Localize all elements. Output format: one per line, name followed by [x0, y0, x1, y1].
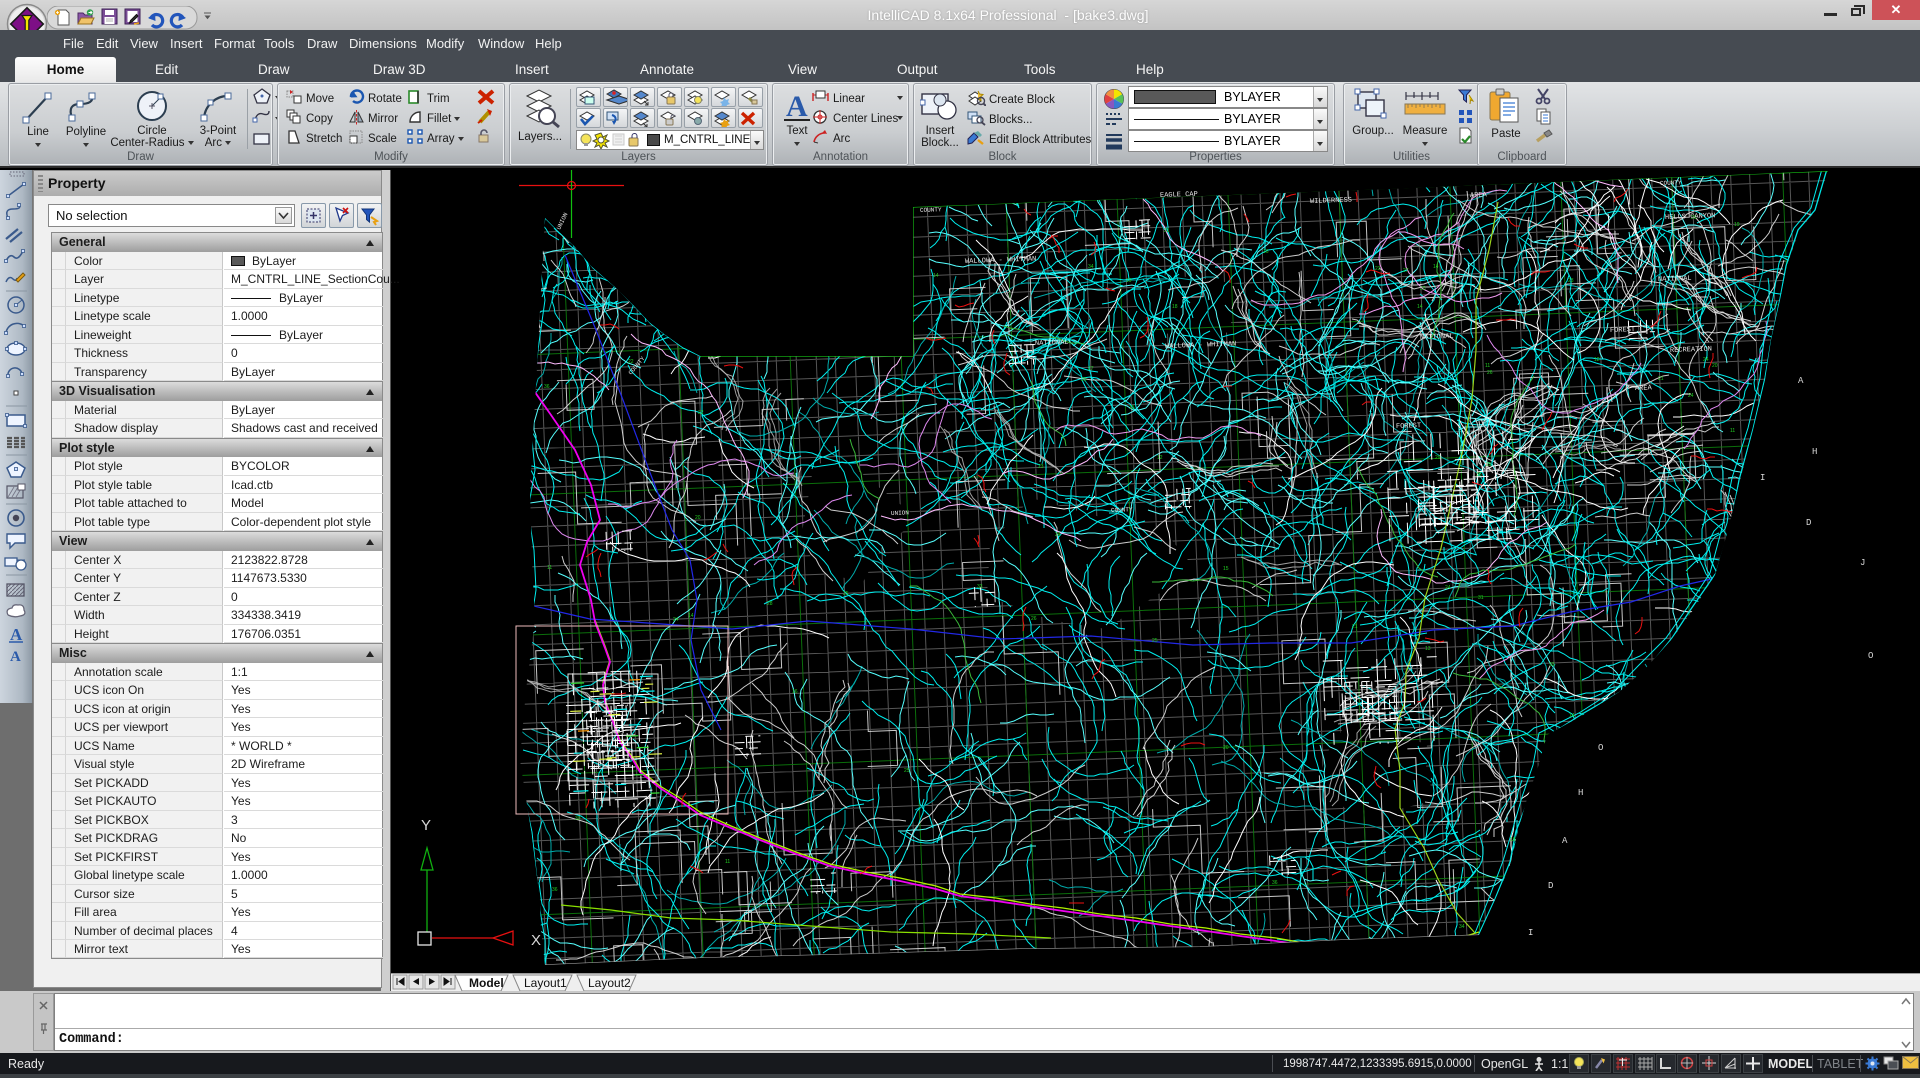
svg-text:26: 26	[1487, 370, 1493, 376]
svg-text:33: 33	[1549, 662, 1555, 668]
svg-text:WILDERNESS: WILDERNESS	[1310, 197, 1352, 206]
svg-text:24: 24	[673, 617, 679, 623]
svg-text:Layout2: Layout2	[588, 976, 631, 990]
svg-text:24: 24	[1703, 357, 1709, 363]
svg-text:14: 14	[1433, 264, 1439, 270]
svg-text:D: D	[1548, 881, 1553, 891]
svg-text:I: I	[1528, 928, 1533, 938]
svg-text:NATIONAL: NATIONAL	[1035, 339, 1069, 348]
svg-text:14: 14	[933, 273, 939, 279]
svg-text:WALLOWA - WHITMAN: WALLOWA - WHITMAN	[1165, 341, 1237, 351]
svg-text:27: 27	[1403, 268, 1409, 274]
svg-text:AREA: AREA	[1635, 384, 1653, 393]
svg-text:COUNTY: COUNTY	[920, 206, 942, 214]
svg-text:RECREATION: RECREATION	[1670, 346, 1712, 355]
svg-text:AREA: AREA	[1470, 191, 1488, 200]
svg-text:34: 34	[1459, 924, 1465, 930]
svg-text:12: 12	[1157, 455, 1163, 461]
svg-text:20: 20	[1223, 745, 1229, 751]
svg-text:23: 23	[1038, 464, 1044, 470]
svg-text:29: 29	[1435, 455, 1441, 461]
svg-text:16: 16	[792, 689, 798, 695]
svg-text:20: 20	[695, 515, 701, 521]
svg-text:O: O	[1868, 651, 1873, 661]
svg-text:A: A	[1562, 836, 1568, 846]
svg-text:H: H	[1578, 788, 1583, 798]
svg-text:Layout1: Layout1	[524, 976, 567, 990]
svg-text:18: 18	[1172, 304, 1178, 310]
svg-text:11: 11	[547, 565, 552, 571]
svg-text:FOREST: FOREST	[1396, 422, 1421, 431]
svg-text:NATIONAL: NATIONAL	[1420, 333, 1454, 342]
svg-text:A: A	[10, 625, 23, 644]
svg-text:UNION: UNION	[555, 211, 569, 231]
svg-text:Model: Model	[469, 976, 504, 990]
svg-text:11: 11	[725, 859, 730, 865]
svg-text:31: 31	[1164, 228, 1170, 234]
svg-text:X: X	[531, 932, 541, 949]
svg-text:36: 36	[544, 384, 550, 390]
svg-text:22: 22	[698, 410, 704, 416]
svg-text:15: 15	[1223, 566, 1229, 572]
svg-text:D: D	[1806, 518, 1811, 528]
svg-text:A: A	[10, 649, 21, 665]
svg-text:24: 24	[1445, 585, 1451, 591]
svg-text:33: 33	[977, 584, 983, 590]
svg-text:27: 27	[1088, 366, 1094, 372]
svg-text:20: 20	[1712, 363, 1718, 369]
svg-text:11: 11	[1485, 363, 1490, 369]
svg-text:Y: Y	[421, 817, 431, 834]
svg-text:21: 21	[1352, 624, 1358, 630]
svg-text:34: 34	[1088, 264, 1094, 270]
svg-text:A: A	[1798, 376, 1804, 386]
svg-text:26: 26	[1031, 616, 1037, 622]
svg-text:19: 19	[1734, 222, 1740, 228]
svg-text:28: 28	[767, 601, 773, 607]
svg-text:36: 36	[552, 887, 558, 893]
svg-text:EAGLE CAP: EAGLE CAP	[1160, 191, 1198, 200]
svg-text:30: 30	[575, 816, 581, 822]
svg-text:I: I	[1760, 473, 1765, 483]
svg-text:20: 20	[1420, 286, 1426, 292]
svg-text:25: 25	[1152, 638, 1158, 644]
svg-text:14: 14	[688, 613, 694, 619]
svg-text:UNION: UNION	[891, 509, 910, 517]
svg-text:16: 16	[1263, 249, 1269, 255]
svg-text:23: 23	[1375, 266, 1381, 272]
svg-text:36: 36	[1272, 880, 1278, 886]
svg-text:23: 23	[1568, 278, 1574, 284]
svg-text:24: 24	[1055, 532, 1061, 538]
svg-text:12: 12	[1594, 357, 1600, 363]
svg-text:36: 36	[1476, 472, 1482, 478]
svg-text:NATIONAL: NATIONAL	[1658, 275, 1692, 284]
svg-text:29: 29	[1081, 377, 1087, 383]
svg-text:O: O	[1598, 743, 1603, 753]
svg-text:31: 31	[1478, 595, 1484, 601]
svg-text:25: 25	[843, 591, 849, 597]
svg-text:FOREST: FOREST	[1610, 326, 1635, 335]
svg-text:11: 11	[1730, 428, 1735, 434]
svg-text:18: 18	[1510, 837, 1516, 843]
svg-text:24: 24	[1688, 393, 1694, 399]
svg-text:H: H	[1812, 447, 1817, 457]
svg-text:21: 21	[1658, 376, 1664, 382]
svg-text:19: 19	[1126, 278, 1132, 284]
svg-text:15: 15	[1129, 405, 1135, 411]
svg-text:31: 31	[736, 827, 742, 833]
svg-text:A: A	[786, 90, 808, 123]
svg-text:25: 25	[1486, 462, 1492, 468]
svg-text:13: 13	[1425, 646, 1431, 652]
svg-text:14: 14	[1569, 713, 1575, 719]
svg-text:COUNTY: COUNTY	[1660, 179, 1682, 187]
svg-text:COUNTY: COUNTY	[1111, 506, 1133, 514]
svg-text:J: J	[1860, 558, 1865, 568]
svg-text:25: 25	[904, 768, 910, 774]
svg-text:14: 14	[1417, 304, 1423, 310]
